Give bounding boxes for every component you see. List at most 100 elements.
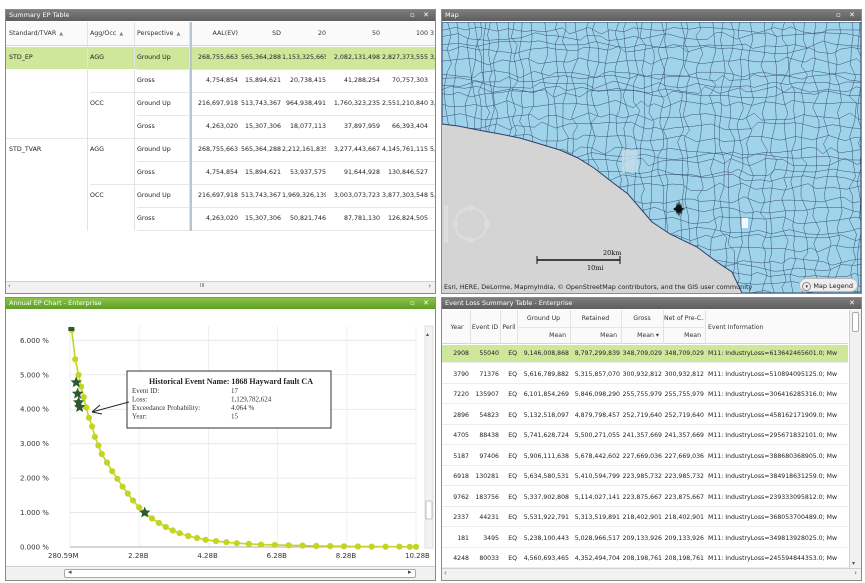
sort-arrow-icon[interactable]: ▲: [176, 31, 180, 37]
event-loss-window-controls[interactable]: ✕: [849, 298, 858, 309]
ep-curve-point[interactable]: [162, 523, 169, 531]
ep-curve-point[interactable]: [285, 542, 292, 549]
ep-curve-point[interactable]: [98, 450, 105, 458]
summary-ep-row[interactable]: OCC Ground Up 216,697,918 513,743,367 1,969,…: [6, 185, 435, 207]
annual-ep-chart-svg[interactable]: 0.000 % 1.000 % 2.000 % 3.000 % 4.000 % 5.000…: [6, 310, 435, 567]
ep-curve-point[interactable]: [176, 530, 183, 537]
ep-curve-point[interactable]: [95, 442, 102, 449]
event-loss-column-header[interactable]: Peril: [501, 319, 517, 336]
ep-curve-point[interactable]: [89, 423, 96, 430]
summary-ep-row[interactable]: STD_TVAR AGG Ground Up 268,755,663 565,364,2…: [6, 139, 435, 161]
summary-ep-column-header[interactable]: 3: [430, 22, 435, 44]
scroll-down-arrow-icon[interactable]: ▾: [852, 560, 855, 567]
map-canvas[interactable]: 20km 10mi Esri, HERE, DeLorme, MapmyIndi…: [442, 21, 861, 293]
ep-curve-point[interactable]: [185, 532, 192, 540]
scroll-up-arrow-icon[interactable]: ▴: [426, 331, 429, 338]
event-loss-column-header[interactable]: Event Information: [708, 319, 838, 336]
event-loss-column-header[interactable]: Ground Up: [518, 310, 569, 327]
ep-curve-point[interactable]: [169, 527, 176, 534]
event-loss-row[interactable]: 7220 135907 EQ 6,101,854,269 5,846,098,290 25…: [442, 386, 848, 404]
chart-hscrollbar[interactable]: ◂ ▸: [6, 566, 435, 580]
ep-curve-point[interactable]: [103, 459, 111, 466]
summary-ep-row[interactable]: STD_EP AGG Ground Up 268,755,663 565,364,288…: [6, 47, 435, 69]
ep-curve-point[interactable]: [233, 540, 240, 547]
map-window-controls[interactable]: ▫ ✕: [836, 10, 858, 21]
highlighted-event-marker[interactable]: [68, 327, 75, 331]
ep-curve-point[interactable]: [114, 475, 121, 482]
event-loss-row[interactable]: 5187 97406 EQ 5,906,111,638 5,678,442,602 227…: [442, 448, 848, 466]
ep-curve-point[interactable]: [109, 468, 116, 475]
scroll-grip[interactable]: III: [200, 283, 204, 289]
summary-ep-row[interactable]: Gross 4,754,854 15,894,621 20,738,415 41,288…: [6, 70, 435, 92]
ep-curve-point[interactable]: [406, 543, 413, 550]
ep-curve-point[interactable]: [340, 543, 348, 550]
scroll-right-arrow-icon[interactable]: ›: [854, 569, 857, 577]
summary-ep-column-header[interactable]: 50: [328, 22, 380, 44]
scroll-right-arrow-icon[interactable]: ›: [428, 282, 431, 290]
ep-curve-point[interactable]: [245, 540, 252, 547]
event-loss-vscrollbar[interactable]: ▾: [849, 310, 861, 568]
chart-vscroll-thumb[interactable]: [425, 500, 433, 520]
event-loss-row[interactable]: 2908 55040 EQ 9,146,008,868 8,797,299,839 348…: [442, 345, 848, 363]
ep-curve-point[interactable]: [382, 543, 389, 550]
ep-curve-point[interactable]: [129, 497, 137, 504]
event-loss-vscroll-thumb[interactable]: [852, 312, 859, 332]
summary-ep-column-header[interactable]: Perspective ▲: [137, 22, 187, 44]
ep-curve-point[interactable]: [299, 542, 306, 549]
scroll-right-arrow-icon[interactable]: ▸: [408, 568, 412, 576]
summary-ep-hscrollbar[interactable]: ‹ III ›: [6, 281, 435, 293]
event-loss-row[interactable]: 6918 130281 EQ 5,634,580,531 5,410,594,799 22…: [442, 468, 848, 486]
event-loss-hscrollbar[interactable]: ‹ ›: [442, 568, 861, 580]
summary-ep-window-controls[interactable]: ▫ ✕: [410, 10, 432, 21]
event-loss-row[interactable]: 4705 88438 EQ 5,741,628,724 5,500,271,055 241…: [442, 427, 848, 445]
ep-curve-point[interactable]: [91, 433, 98, 440]
event-loss-subheader[interactable]: Mean: [518, 327, 566, 344]
event-loss-column-header[interactable]: Year: [445, 319, 469, 336]
event-loss-subheader[interactable]: Mean: [664, 327, 701, 344]
chart-scroll-thumb[interactable]: [64, 569, 416, 578]
event-loss-column-header[interactable]: Gross: [622, 310, 662, 327]
ep-curve-point[interactable]: [271, 541, 278, 548]
event-loss-column-header[interactable]: Event ID: [471, 319, 499, 336]
event-loss-row[interactable]: 2896 54823 EQ 5,132,518,097 4,879,798,457 252…: [442, 407, 848, 425]
summary-ep-column-header[interactable]: 100: [382, 22, 428, 44]
map-svg[interactable]: 20km 10mi: [442, 21, 861, 293]
ep-curve-point[interactable]: [327, 543, 334, 550]
ep-curve-point[interactable]: [80, 394, 87, 401]
event-loss-subheader[interactable]: Mean ▾: [622, 327, 659, 344]
summary-ep-column-header[interactable]: Standard/TVAR ▲: [9, 22, 79, 44]
sort-arrow-icon[interactable]: ▲: [59, 31, 63, 37]
ep-curve-point[interactable]: [212, 538, 220, 545]
ep-curve-point[interactable]: [148, 515, 156, 522]
event-loss-subheader[interactable]: Mean: [571, 327, 617, 344]
sort-arrow-icon[interactable]: ▲: [119, 31, 123, 37]
event-loss-row[interactable]: 2337 44231 EQ 5,531,922,791 5,313,519,891 218…: [442, 509, 848, 527]
ep-curve-point[interactable]: [396, 543, 403, 550]
scroll-left-arrow-icon[interactable]: ‹: [444, 569, 447, 577]
scroll-left-arrow-icon[interactable]: ‹: [8, 282, 11, 290]
ep-curve-point[interactable]: [85, 414, 93, 421]
summary-ep-column-header[interactable]: AAL(EV): [192, 22, 239, 44]
summary-ep-row[interactable]: Gross 4,263,020 15,307,306 18,077,113 37,897…: [6, 116, 435, 138]
summary-ep-row[interactable]: Gross 4,263,020 15,307,306 50,821,746 87,781…: [6, 208, 435, 230]
event-loss-column-header[interactable]: Net of Pre-C...: [664, 310, 704, 327]
event-loss-row[interactable]: 3790 71376 EQ 5,616,789,882 5,315,857,070 300…: [442, 366, 848, 384]
scroll-left-arrow-icon[interactable]: ◂: [68, 568, 72, 576]
ep-curve-point[interactable]: [354, 543, 361, 550]
ep-curve-point[interactable]: [223, 539, 230, 546]
ep-curve-point[interactable]: [257, 541, 265, 548]
event-loss-row[interactable]: 9762 183756 EQ 5,337,902,808 5,114,027,141 22…: [442, 489, 848, 507]
event-loss-row[interactable]: 4248 80033 EQ 4,560,693,465 4,352,494,704 208…: [442, 550, 848, 568]
ep-curve-point[interactable]: [193, 534, 201, 542]
ep-curve-point[interactable]: [119, 483, 126, 490]
ep-curve-point[interactable]: [155, 519, 162, 526]
summary-ep-column-header[interactable]: SD: [240, 22, 281, 44]
annual-ep-chart[interactable]: 0.000 % 1.000 % 2.000 % 3.000 % 4.000 % 5.000…: [6, 310, 435, 567]
ep-curve-point[interactable]: [202, 536, 209, 543]
ep-curve-point[interactable]: [72, 356, 79, 363]
ep-curve-point[interactable]: [124, 490, 131, 497]
summary-ep-column-header[interactable]: Agg/Occ ▲: [90, 22, 134, 44]
map-legend-button[interactable]: ▾ Map Legend: [799, 278, 858, 292]
annual-ep-chart-window-controls[interactable]: ▫ ✕: [410, 298, 432, 309]
ep-curve-point[interactable]: [313, 542, 320, 550]
